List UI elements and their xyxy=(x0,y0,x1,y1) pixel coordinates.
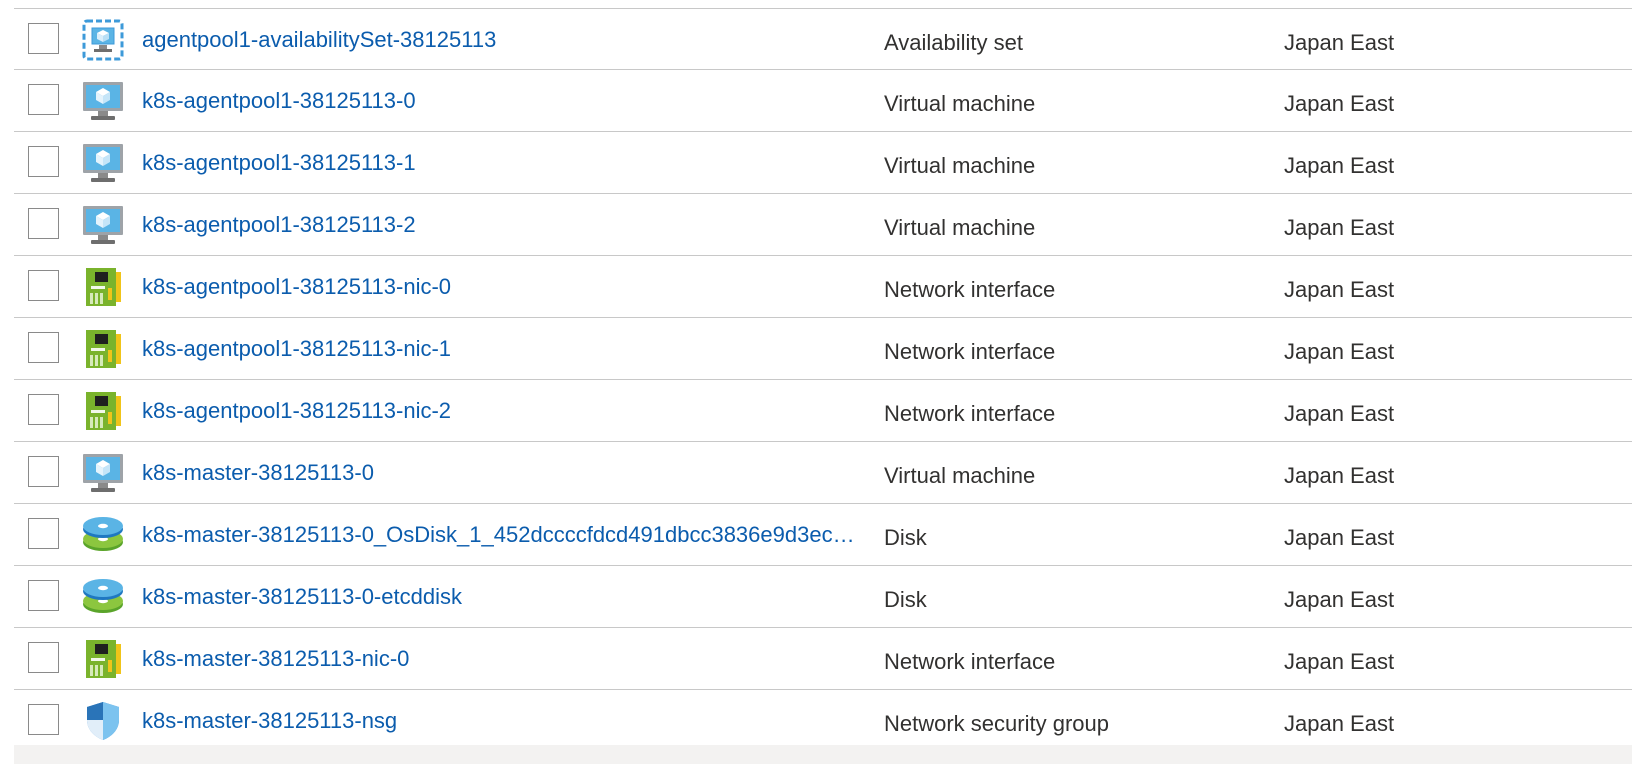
table-row[interactable]: k8s-master-38125113-0_OsDisk_1_452dccccf… xyxy=(14,504,1632,566)
resource-location: Japan East xyxy=(1284,587,1395,612)
resource-location: Japan East xyxy=(1284,463,1395,488)
table-row[interactable]: k8s-master-38125113-nic-0 Network interfa… xyxy=(14,628,1632,690)
row-select-checkbox[interactable] xyxy=(28,270,59,301)
resource-type: Network interface xyxy=(884,401,1056,426)
resource-name-link[interactable]: k8s-master-38125113-0-etcddisk xyxy=(142,583,872,611)
resource-location: Japan East xyxy=(1284,525,1395,550)
resource-type: Network interface xyxy=(884,277,1056,302)
table-row[interactable]: k8s-agentpool1-38125113-1 Virtual machine… xyxy=(14,132,1632,194)
resource-name-link[interactable]: k8s-agentpool1-38125113-nic-1 xyxy=(142,335,872,363)
table-row[interactable]: k8s-agentpool1-38125113-nic-1 Network int… xyxy=(14,318,1632,380)
resource-name-link[interactable]: k8s-master-38125113-nic-0 xyxy=(142,645,872,673)
resource-location: Japan East xyxy=(1284,401,1395,426)
resource-name-link[interactable]: k8s-master-38125113-nsg xyxy=(142,707,872,735)
row-select-checkbox[interactable] xyxy=(28,146,59,177)
disk-icon xyxy=(82,514,124,556)
resource-location: Japan East xyxy=(1284,649,1395,674)
resource-location: Japan East xyxy=(1284,277,1395,302)
table-row[interactable]: k8s-master-38125113-0 Virtual machine Japa… xyxy=(14,442,1632,504)
resource-name-link[interactable]: k8s-agentpool1-38125113-2 xyxy=(142,211,872,239)
virtual-machine-icon xyxy=(82,80,124,122)
network-interface-icon xyxy=(82,390,124,432)
row-select-checkbox[interactable] xyxy=(28,208,59,239)
resource-name-link[interactable]: k8s-master-38125113-0_OsDisk_1_452dccccf… xyxy=(142,521,872,549)
resource-type: Network interface xyxy=(884,649,1056,674)
disk-icon xyxy=(82,576,124,618)
table-footer-strip xyxy=(14,745,1632,764)
resource-location: Japan East xyxy=(1284,711,1395,736)
row-select-checkbox[interactable] xyxy=(28,580,59,611)
row-select-checkbox[interactable] xyxy=(28,84,59,115)
resource-type: Virtual machine xyxy=(884,463,1036,488)
resource-type: Disk xyxy=(884,525,927,550)
resource-type: Availability set xyxy=(884,30,1023,55)
row-select-checkbox[interactable] xyxy=(28,394,59,425)
virtual-machine-icon xyxy=(82,452,124,494)
resource-location: Japan East xyxy=(1284,215,1395,240)
row-select-checkbox[interactable] xyxy=(28,332,59,363)
resource-type: Virtual machine xyxy=(884,153,1036,178)
resource-table: agentpool1-availabilitySet-38125113 Avail… xyxy=(14,9,1632,752)
network-interface-icon xyxy=(82,638,124,680)
resource-name-link[interactable]: k8s-agentpool1-38125113-nic-2 xyxy=(142,397,872,425)
resource-location: Japan East xyxy=(1284,339,1395,364)
row-select-checkbox[interactable] xyxy=(28,23,59,54)
table-row[interactable]: k8s-agentpool1-38125113-nic-2 Network int… xyxy=(14,380,1632,442)
row-select-checkbox[interactable] xyxy=(28,518,59,549)
resource-type: Virtual machine xyxy=(884,91,1036,116)
resource-name-link[interactable]: k8s-agentpool1-38125113-0 xyxy=(142,87,872,115)
row-select-checkbox[interactable] xyxy=(28,642,59,673)
virtual-machine-icon xyxy=(82,142,124,184)
table-row[interactable]: agentpool1-availabilitySet-38125113 Avail… xyxy=(14,9,1632,70)
resource-name-link[interactable]: agentpool1-availabilitySet-38125113 xyxy=(142,26,872,54)
resource-location: Japan East xyxy=(1284,30,1395,55)
table-row[interactable]: k8s-master-38125113-0-etcddisk Disk Japan … xyxy=(14,566,1632,628)
resource-location: Japan East xyxy=(1284,153,1395,178)
table-row[interactable]: k8s-agentpool1-38125113-0 Virtual machine… xyxy=(14,70,1632,132)
resource-type: Virtual machine xyxy=(884,215,1036,240)
resource-name-link[interactable]: k8s-master-38125113-0 xyxy=(142,459,872,487)
network-interface-icon xyxy=(82,266,124,308)
network-security-group-icon xyxy=(82,700,124,742)
table-row[interactable]: k8s-agentpool1-38125113-2 Virtual machine… xyxy=(14,194,1632,256)
virtual-machine-icon xyxy=(82,204,124,246)
resource-location: Japan East xyxy=(1284,91,1395,116)
resource-list-page: agentpool1-availabilitySet-38125113 Avail… xyxy=(0,0,1632,764)
table-row[interactable]: k8s-master-38125113-nsg Network security … xyxy=(14,690,1632,752)
resource-type: Disk xyxy=(884,587,927,612)
row-select-checkbox[interactable] xyxy=(28,704,59,735)
row-select-checkbox[interactable] xyxy=(28,456,59,487)
resource-name-link[interactable]: k8s-agentpool1-38125113-1 xyxy=(142,149,872,177)
resource-type: Network interface xyxy=(884,339,1056,364)
resource-type: Network security group xyxy=(884,711,1109,736)
resource-name-link[interactable]: k8s-agentpool1-38125113-nic-0 xyxy=(142,273,872,301)
availability-set-icon xyxy=(82,19,124,61)
network-interface-icon xyxy=(82,328,124,370)
table-row[interactable]: k8s-agentpool1-38125113-nic-0 Network int… xyxy=(14,256,1632,318)
